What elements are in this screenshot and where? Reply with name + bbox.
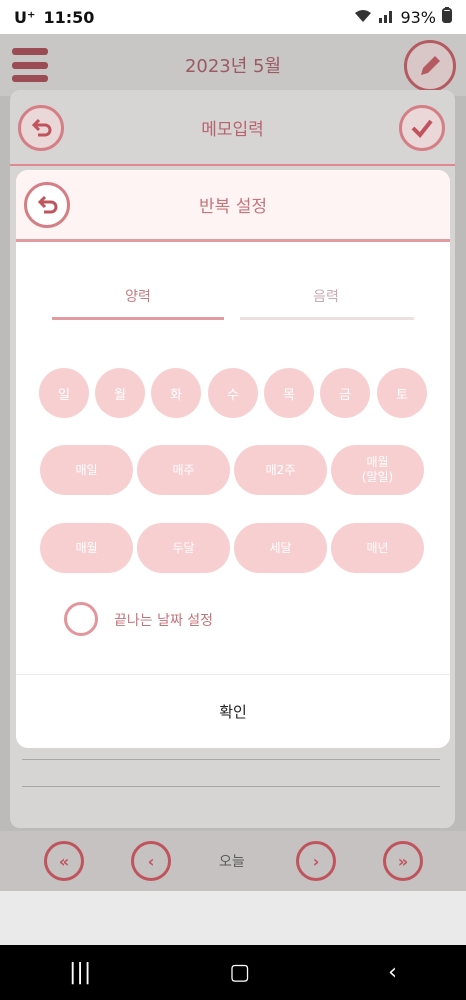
- repeat-trimonthly-button[interactable]: 세달: [234, 523, 327, 573]
- weekday-tue[interactable]: 화: [151, 368, 201, 418]
- battery-label: 93%: [400, 7, 436, 27]
- home-icon[interactable]: ▢: [229, 960, 250, 985]
- repeat-header: 반복 설정: [16, 170, 450, 242]
- calendar-type-tabs: 양력 음력: [52, 286, 414, 322]
- weekday-sun[interactable]: 일: [39, 368, 89, 418]
- edit-icon[interactable]: [404, 40, 456, 92]
- back-icon[interactable]: [18, 105, 64, 151]
- tab-solar-indicator: [52, 317, 224, 320]
- check-icon[interactable]: [399, 105, 445, 151]
- status-icons: 93%: [354, 7, 452, 27]
- double-right-icon[interactable]: »: [383, 841, 423, 881]
- menu-icon[interactable]: [12, 48, 48, 82]
- confirm-button[interactable]: 확인: [16, 675, 450, 748]
- tab-solar[interactable]: 양력: [52, 286, 224, 306]
- battery-icon: [442, 7, 452, 27]
- weekday-thu[interactable]: 목: [264, 368, 314, 418]
- memo-line: [22, 786, 440, 787]
- memo-title: 메모입력: [201, 119, 264, 140]
- weekday-wed[interactable]: 수: [208, 368, 258, 418]
- back-icon[interactable]: [24, 182, 70, 228]
- repeat-yearly-button[interactable]: 매년: [331, 523, 424, 573]
- weekday-fri[interactable]: 금: [320, 368, 370, 418]
- repeat-dialog: 반복 설정 양력 음력 일 월 화 수 목 금 토 매일 매주 매2주 매월 (…: [16, 170, 450, 748]
- repeat-monthly-button[interactable]: 매월: [40, 523, 133, 573]
- bottom-nav: « ‹ 오늘 › »: [0, 831, 466, 891]
- tab-lunar[interactable]: 음력: [240, 286, 412, 306]
- clock: 11:50: [43, 7, 95, 27]
- wifi-icon: [354, 8, 372, 27]
- repeat-title: 반복 설정: [199, 197, 267, 217]
- repeat-monthly-lastday-button[interactable]: 매월 (말일): [331, 445, 424, 495]
- recents-icon[interactable]: |||: [69, 960, 91, 985]
- weekday-sat[interactable]: 토: [377, 368, 427, 418]
- left-icon[interactable]: ‹: [131, 841, 171, 881]
- app-header: 2023년 5월: [0, 34, 466, 96]
- today-button[interactable]: 오늘: [219, 851, 245, 871]
- repeat-daily-button[interactable]: 매일: [40, 445, 133, 495]
- weekday-mon[interactable]: 월: [95, 368, 145, 418]
- month-title: 2023년 5월: [184, 56, 282, 77]
- repeat-weekly-button[interactable]: 매주: [137, 445, 230, 495]
- repeat-biweekly-button[interactable]: 매2주: [234, 445, 327, 495]
- repeat-bimonthly-button[interactable]: 두달: [137, 523, 230, 573]
- status-bar: U⁺ 11:50 93%: [0, 0, 466, 34]
- tab-lunar-indicator: [240, 317, 414, 320]
- memo-line: [22, 759, 440, 760]
- end-date-label: 끝나는 날짜 설정: [114, 613, 214, 629]
- end-date-checkbox[interactable]: [64, 602, 98, 636]
- ad-area: [0, 891, 466, 945]
- system-nav: ||| ▢ ‹: [0, 945, 466, 1000]
- carrier-label: U⁺: [14, 7, 36, 27]
- back-nav-icon[interactable]: ‹: [388, 960, 397, 985]
- memo-header: 메모입력: [10, 90, 455, 166]
- double-left-icon[interactable]: «: [44, 841, 84, 881]
- right-icon[interactable]: ›: [296, 841, 336, 881]
- signal-icon: [378, 8, 394, 27]
